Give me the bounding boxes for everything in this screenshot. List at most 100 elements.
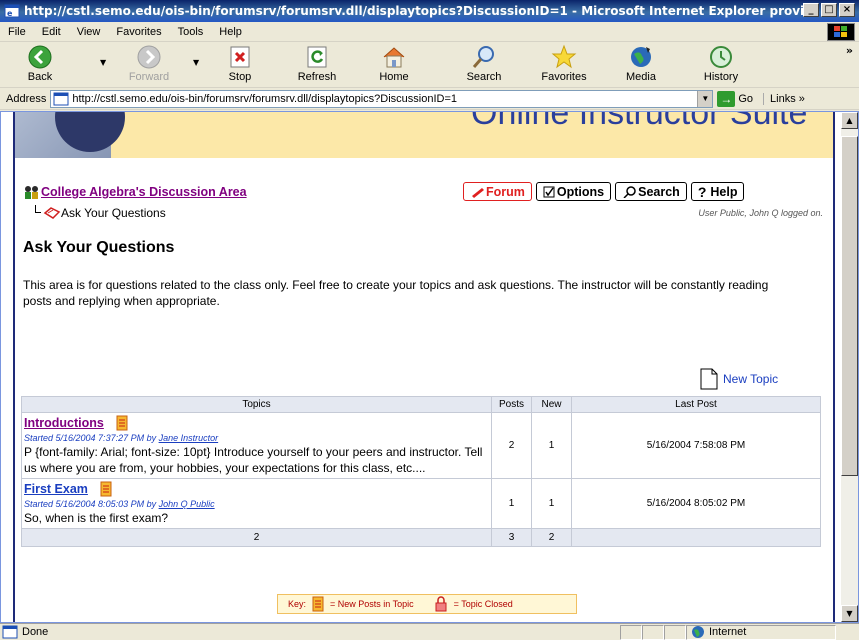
discussion-area-link[interactable]: College Algebra's Discussion Area — [41, 185, 247, 199]
page-done-icon — [2, 625, 18, 639]
stop-icon — [230, 46, 250, 68]
key-closed: = Topic Closed — [453, 599, 513, 609]
total-topics: 2 — [21, 528, 492, 547]
options-button[interactable]: Options — [535, 182, 612, 201]
new-posts-icon — [312, 596, 324, 612]
column-header-topics[interactable]: Topics — [21, 396, 492, 413]
refresh-button[interactable]: Refresh — [293, 44, 341, 86]
new-posts-icon — [100, 481, 112, 497]
topic-cell: Introductions Started 5/16/2004 7:37:27 … — [21, 412, 492, 479]
security-zone: Internet — [686, 624, 836, 640]
total-posts: 3 — [491, 528, 532, 547]
home-icon — [383, 47, 405, 68]
tree-connector — [35, 205, 41, 213]
topic-link[interactable]: First Exam — [24, 482, 88, 496]
forum-nav: Forum Options Search ? Help — [463, 182, 745, 201]
stop-button[interactable]: Stop — [222, 44, 258, 86]
site-banner: Online Instructor Suite — [15, 112, 833, 158]
breadcrumb-discussion-area: College Algebra's Discussion Area — [23, 185, 247, 199]
new-count: 1 — [531, 478, 572, 529]
key-label: Key: — [288, 599, 307, 609]
menu-file[interactable]: File — [0, 26, 34, 38]
column-header-last-post[interactable]: Last Post — [571, 396, 821, 413]
column-header-posts[interactable]: Posts — [491, 396, 532, 413]
magnifier-icon — [623, 185, 636, 198]
user-status: User Public, John Q logged on. — [698, 208, 823, 218]
home-button[interactable]: Home — [376, 44, 412, 86]
address-url: http://cstl.semo.edu/ois-bin/forumsrv/fo… — [72, 92, 457, 105]
title-bar: e http://cstl.semo.edu/ois-bin/forumsrv/… — [0, 0, 859, 22]
menu-view[interactable]: View — [69, 26, 109, 38]
scrollbar-thumb[interactable] — [841, 136, 858, 476]
toolbar: Back ▼ Forward ▼ Stop Refresh Home Searc… — [0, 42, 859, 88]
links-button[interactable]: Links » — [763, 92, 805, 105]
status-panel — [620, 624, 642, 640]
close-button[interactable]: × — [839, 3, 855, 17]
scroll-down-button[interactable]: ▼ — [841, 605, 858, 622]
page-icon — [53, 92, 69, 105]
breadcrumb-current: Ask Your Questions — [35, 205, 166, 220]
topic-link[interactable]: Introductions — [24, 416, 104, 430]
maximize-button[interactable]: □ — [821, 3, 837, 17]
forward-button[interactable]: Forward — [124, 44, 174, 86]
media-button[interactable]: Media — [623, 44, 659, 86]
author-link[interactable]: John Q Public — [159, 499, 215, 509]
area-description: This area is for questions related to th… — [23, 278, 769, 308]
address-label: Address — [6, 92, 47, 105]
address-input[interactable]: http://cstl.semo.edu/ois-bin/forumsrv/fo… — [50, 89, 714, 108]
toolbar-more-button[interactable]: » — [846, 44, 853, 57]
forum-book-icon — [43, 207, 61, 219]
banner-title: Online Instructor Suite — [471, 112, 808, 132]
menu-help[interactable]: Help — [211, 26, 250, 38]
checkbox-icon — [543, 186, 555, 197]
refresh-icon — [307, 46, 327, 68]
svg-text:e: e — [7, 9, 13, 18]
forward-dropdown-icon[interactable]: ▼ — [193, 58, 199, 67]
status-panel — [664, 624, 686, 640]
back-button[interactable]: Back — [18, 44, 62, 86]
page-title: Ask Your Questions — [23, 239, 175, 256]
internet-globe-icon — [692, 626, 704, 638]
totals-empty — [571, 528, 821, 547]
menu-favorites[interactable]: Favorites — [108, 26, 169, 38]
menu-bar: File Edit View Favorites Tools Help — [0, 22, 859, 42]
banner-logo — [15, 112, 125, 158]
go-button[interactable]: → Go — [717, 90, 753, 107]
favorites-star-icon — [551, 44, 577, 69]
menu-tools[interactable]: Tools — [170, 26, 212, 38]
totals-row: 2 3 2 — [21, 528, 821, 547]
back-arrow-icon — [28, 45, 52, 69]
favorites-button[interactable]: Favorites — [535, 44, 593, 86]
posts-count: 1 — [491, 478, 532, 529]
topics-table: Topics Posts New Last Post Introductions… — [21, 396, 821, 547]
question-mark-icon: ? — [697, 183, 707, 200]
new-topic-button[interactable]: New Topic — [699, 368, 778, 390]
last-post-date: 5/16/2004 8:05:02 PM — [571, 478, 821, 529]
topic-started: Started 5/16/2004 7:37:27 PM by Jane Ins… — [24, 433, 219, 443]
scroll-up-button[interactable]: ▲ — [841, 112, 858, 129]
vertical-scrollbar[interactable]: ▲ ▼ — [841, 112, 858, 622]
status-text-panel: Done — [0, 625, 620, 639]
address-dropdown-icon[interactable]: ▼ — [697, 90, 713, 107]
author-link[interactable]: Jane Instructor — [159, 433, 219, 443]
column-header-new[interactable]: New — [531, 396, 572, 413]
forum-button[interactable]: Forum — [463, 182, 532, 201]
help-button[interactable]: ? Help — [690, 182, 745, 201]
search-forum-button[interactable]: Search — [615, 182, 687, 201]
back-dropdown-icon[interactable]: ▼ — [100, 58, 106, 67]
ie-icon: e — [4, 3, 20, 19]
key-new-posts: = New Posts in Topic — [330, 599, 414, 609]
posts-count: 2 — [491, 412, 532, 479]
breadcrumb-current-label: Ask Your Questions — [61, 206, 166, 220]
browser-viewport: Online Instructor Suite College Algebra'… — [0, 111, 859, 623]
topic-started: Started 5/16/2004 8:05:03 PM by John Q P… — [24, 499, 215, 509]
history-button[interactable]: History — [700, 44, 742, 86]
topic-preview: So, when is the first exam? — [24, 511, 169, 525]
search-button[interactable]: Search — [462, 44, 506, 86]
window-title: http://cstl.semo.edu/ois-bin/forumsrv/fo… — [24, 4, 804, 18]
new-count: 1 — [531, 412, 572, 479]
minimize-button[interactable]: _ — [803, 3, 819, 17]
status-bar: Done Internet — [0, 623, 859, 640]
menu-edit[interactable]: Edit — [34, 26, 69, 38]
address-bar: Address http://cstl.semo.edu/ois-bin/for… — [0, 88, 859, 110]
